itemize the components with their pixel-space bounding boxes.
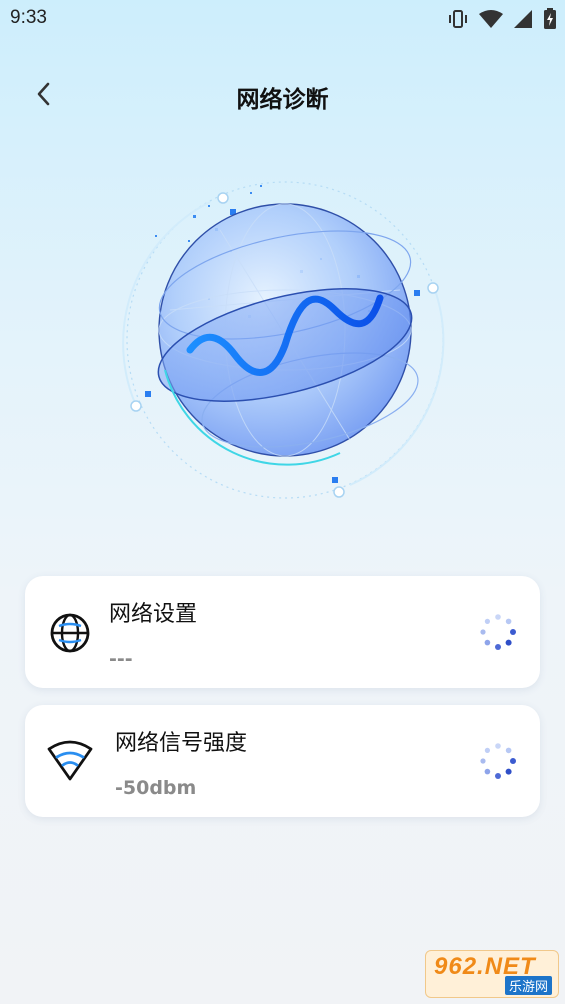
watermark-bottom-text: 乐游网 [504, 976, 552, 995]
wifi-signal-icon [479, 9, 503, 29]
globe-network-illustration [110, 170, 460, 510]
vibrate-icon [447, 8, 469, 30]
wifi-icon [47, 739, 93, 785]
status-icons [447, 6, 557, 32]
loading-spinner-icon [478, 741, 518, 781]
watermark-logo: 962.NET 乐游网 [425, 950, 559, 998]
loading-spinner-icon [478, 612, 518, 652]
signal-strength-card[interactable]: 网络信号强度 -50dbm [25, 705, 540, 817]
card-title: 网络设置 [109, 602, 198, 627]
globe-icon [47, 610, 93, 656]
cellular-signal-icon [513, 9, 533, 29]
status-time: 9:33 [10, 7, 47, 28]
network-settings-card[interactable]: 网络设置 --- [25, 576, 540, 688]
page-title: 网络诊断 [236, 87, 329, 113]
card-value: --- [109, 648, 133, 670]
battery-charging-icon [543, 8, 557, 30]
header: 网络诊断 [0, 62, 565, 126]
status-bar: 9:33 [0, 0, 565, 38]
card-value: -50dbm [115, 777, 197, 799]
card-title: 网络信号强度 [115, 731, 248, 756]
